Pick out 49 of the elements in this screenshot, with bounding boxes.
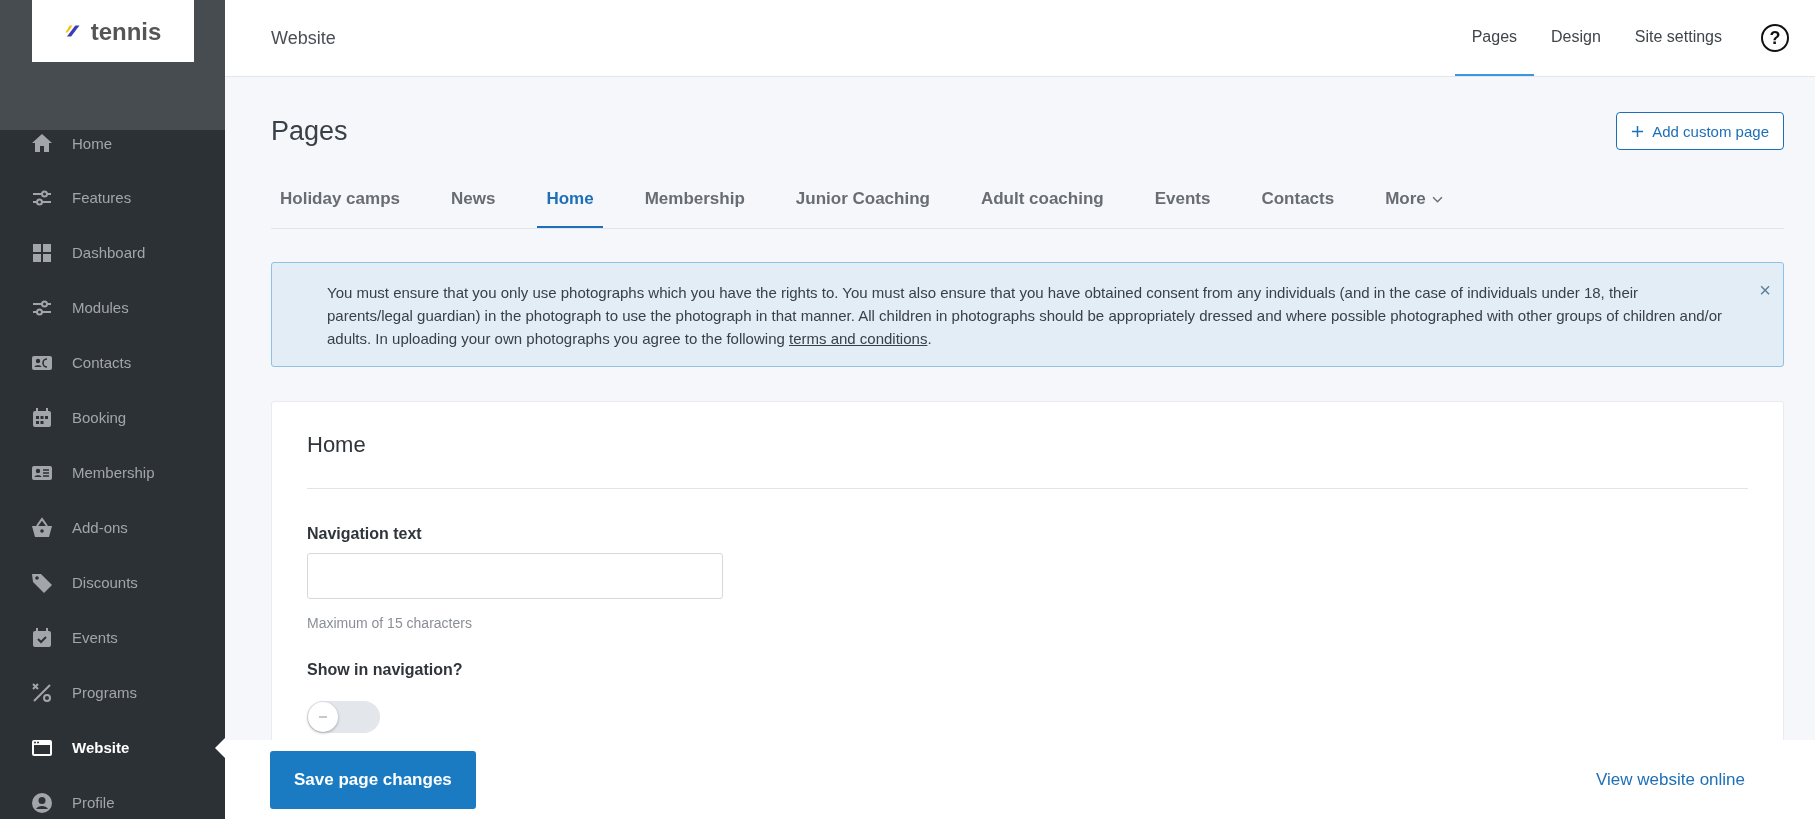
sidebar-item[interactable]: Dashboard: [0, 225, 225, 280]
top-nav-tab[interactable]: Pages: [1454, 0, 1535, 76]
top-nav-tab[interactable]: Site settings: [1617, 0, 1739, 76]
page-tab[interactable]: Home: [537, 172, 603, 228]
sidebar-item[interactable]: Events: [0, 610, 225, 665]
page-tab[interactable]: More: [1376, 172, 1452, 228]
sidebar-item[interactable]: Home: [0, 128, 225, 158]
navigation-text-input[interactable]: [307, 553, 723, 599]
page-tab[interactable]: Events: [1145, 172, 1220, 228]
add-custom-page-button[interactable]: Add custom page: [1616, 112, 1784, 150]
page-title: Pages: [271, 115, 348, 147]
field-label: Navigation text: [307, 525, 423, 543]
toggle-switch[interactable]: [307, 701, 380, 733]
help-button[interactable]: ?: [1761, 24, 1789, 52]
user-icon: [30, 790, 54, 815]
page-tab[interactable]: Holiday camps: [271, 172, 409, 228]
field-hint: Maximum of 15 characters: [307, 615, 473, 631]
view-website-link[interactable]: View website online: [1596, 769, 1745, 790]
field-label: Show in navigation?: [307, 661, 464, 679]
top-nav-tab[interactable]: Design: [1534, 0, 1618, 76]
sidebar-item[interactable]: Contacts: [0, 335, 225, 390]
sidebar-item[interactable]: Membership: [0, 445, 225, 500]
page-tab[interactable]: News: [442, 172, 505, 228]
page-tab[interactable]: Membership: [635, 172, 754, 228]
home-icon: [30, 131, 54, 155]
logo-text: tennis: [90, 20, 162, 44]
chevron-down-icon: [1431, 195, 1443, 203]
page-tab[interactable]: Adult coaching: [971, 172, 1113, 228]
page-tab[interactable]: Contacts: [1252, 172, 1344, 228]
section-title: Website: [271, 27, 336, 49]
sidebar-item[interactable]: Discounts: [0, 555, 225, 610]
save-button[interactable]: Save page changes: [270, 750, 476, 809]
alert-message: You must ensure that you only use photographs which you have the rights to. You must also ensure that you have obtained consent from any individuals (and in the case of individuals under 18, their parents/legal guardian) in the photograph to use the photograph in that manner. All children in photographs should be appropriately dressed and where possible photographed with other groups of children and/or adults. In uploading your own photographs you agree to the following terms and conditions.: [327, 283, 1723, 349]
close-button[interactable]: ×: [1759, 279, 1771, 302]
card-title: Home: [307, 432, 367, 458]
sidebar-item[interactable]: Booking: [0, 390, 225, 445]
sidebar-item[interactable]: Profile: [0, 775, 225, 819]
sidebar-item[interactable]: Programs: [0, 665, 225, 720]
logo[interactable]: tennis: [32, 0, 194, 62]
sidebar-item[interactable]: Add-ons: [0, 500, 225, 555]
basket-icon: [30, 515, 54, 540]
calendar-check-icon: [30, 625, 54, 650]
terms-link[interactable]: terms and conditions: [789, 330, 928, 347]
plus-icon: [1631, 124, 1645, 138]
sidebar-item[interactable]: Modules: [0, 280, 225, 335]
sidebar-item[interactable]: Features: [0, 170, 225, 225]
page-tab[interactable]: Junior Coaching: [786, 172, 939, 228]
programs-icon: [30, 680, 54, 705]
calendar-icon: [30, 405, 54, 430]
